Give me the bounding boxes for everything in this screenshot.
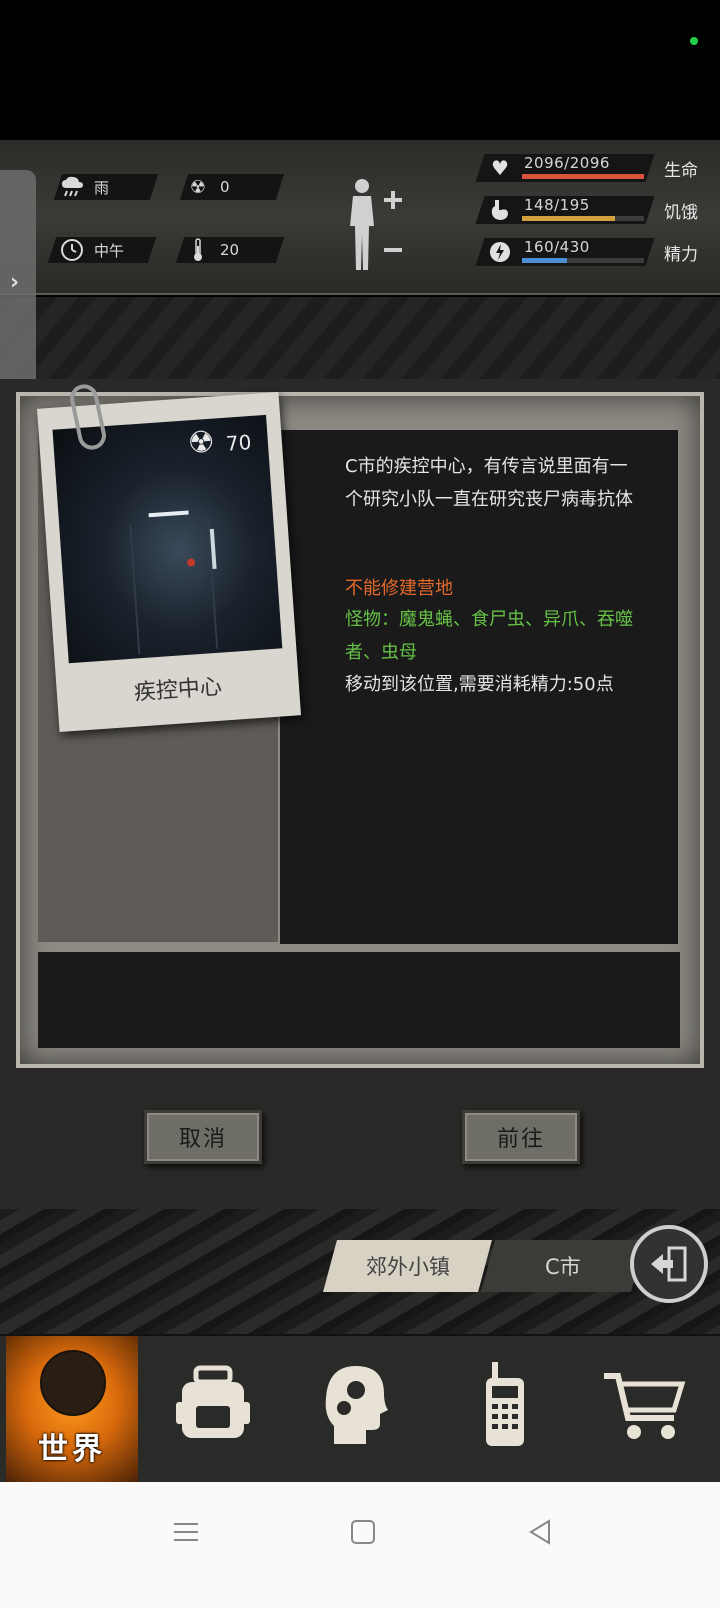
body-status-button[interactable] bbox=[350, 178, 420, 278]
tab-suburb-label: 郊外小镇 bbox=[365, 1255, 450, 1279]
nav-world-label: 世界 bbox=[38, 1432, 106, 1467]
location-photo-card: ☢ 70 疾控中心 bbox=[36, 391, 302, 733]
nav-world[interactable]: 世界 bbox=[6, 1336, 138, 1482]
chevron-right-icon: › bbox=[10, 270, 20, 295]
extra-info-panel bbox=[38, 952, 680, 1048]
radiation-chip: ☢ 0 bbox=[186, 174, 230, 200]
head-gears-icon bbox=[325, 1366, 388, 1444]
hunger-bar-fill bbox=[522, 216, 615, 221]
hunger-bar bbox=[522, 216, 644, 221]
location-radiation: 70 bbox=[225, 429, 253, 456]
temperature-value: 20 bbox=[220, 241, 240, 259]
hunger-stat: 148/195 饥饿 bbox=[475, 194, 710, 228]
health-bar bbox=[522, 174, 644, 179]
time-chip: 中午 bbox=[60, 237, 124, 263]
human-figure-icon bbox=[350, 179, 402, 270]
tab-suburb-town[interactable]: 郊外小镇 bbox=[323, 1240, 492, 1292]
weather-chip: 雨 bbox=[60, 174, 109, 200]
status-bar bbox=[0, 0, 720, 140]
energy-label: 精力 bbox=[664, 245, 698, 265]
camp-note: 不能修建营地 bbox=[345, 578, 453, 599]
lightning-icon bbox=[488, 240, 512, 264]
health-stat: ♥ 2096/2096 生命 bbox=[475, 152, 710, 186]
heart-pulse-icon: ♥ bbox=[491, 156, 509, 180]
energy-value: 160/430 bbox=[524, 238, 590, 256]
backpack-icon bbox=[176, 1365, 250, 1438]
corridor-shape bbox=[129, 519, 219, 655]
location-name: 疾控中心 bbox=[133, 674, 223, 706]
hunger-value: 148/195 bbox=[524, 196, 590, 214]
time-of-day: 中午 bbox=[94, 241, 125, 260]
nav-backpack[interactable] bbox=[168, 1360, 258, 1450]
move-cost: 移动到该位置,需要消耗精力:50点 bbox=[345, 674, 614, 695]
exit-button[interactable] bbox=[630, 1225, 708, 1303]
energy-stat: 160/430 精力 bbox=[475, 236, 710, 270]
back-icon[interactable] bbox=[520, 1512, 560, 1552]
home-icon[interactable] bbox=[343, 1512, 383, 1552]
ceiling-light bbox=[148, 510, 189, 518]
health-value: 2096/2096 bbox=[524, 154, 610, 172]
energy-bar-fill bbox=[522, 258, 568, 263]
monster-list: 怪物：魔鬼蝇、食尸虫、异爪、吞噬者、虫母 bbox=[345, 609, 633, 663]
location-description: C市的疾控中心，有传言说里面有一个研究小队一直在研究丧尸病毒抗体 bbox=[345, 456, 633, 510]
hunger-label: 饥饿 bbox=[664, 203, 698, 223]
side-drawer-tab[interactable]: › bbox=[0, 170, 36, 400]
radiation-icon: ☢ bbox=[186, 424, 216, 462]
tab-city-label: C市 bbox=[545, 1255, 581, 1279]
walkie-talkie-icon bbox=[486, 1362, 524, 1446]
exit-door-icon bbox=[651, 1246, 687, 1282]
globe-icon bbox=[40, 1350, 106, 1416]
stomach-icon bbox=[488, 198, 512, 222]
tab-c-city[interactable]: C市 bbox=[481, 1240, 645, 1292]
nav-skills[interactable] bbox=[312, 1360, 402, 1450]
clock-icon bbox=[60, 238, 84, 262]
go-button[interactable]: 前往 bbox=[462, 1110, 580, 1164]
health-label: 生命 bbox=[664, 161, 698, 181]
rain-cloud-icon bbox=[60, 175, 84, 199]
temperature-chip: 20 bbox=[186, 237, 239, 263]
weather-condition: 雨 bbox=[94, 178, 110, 197]
nav-shop[interactable] bbox=[600, 1360, 690, 1450]
shopping-cart-icon bbox=[604, 1373, 686, 1439]
cancel-button[interactable]: 取消 bbox=[144, 1110, 262, 1164]
nav-radio[interactable] bbox=[462, 1360, 552, 1450]
health-bar-fill bbox=[522, 174, 644, 179]
radiation-value: 0 bbox=[220, 178, 230, 196]
menu-icon[interactable] bbox=[166, 1512, 206, 1552]
radiation-icon: ☢ bbox=[189, 176, 207, 198]
background-band bbox=[0, 297, 720, 379]
status-indicator-dot bbox=[690, 37, 698, 45]
energy-bar bbox=[522, 258, 644, 263]
thermometer-icon bbox=[186, 238, 210, 262]
